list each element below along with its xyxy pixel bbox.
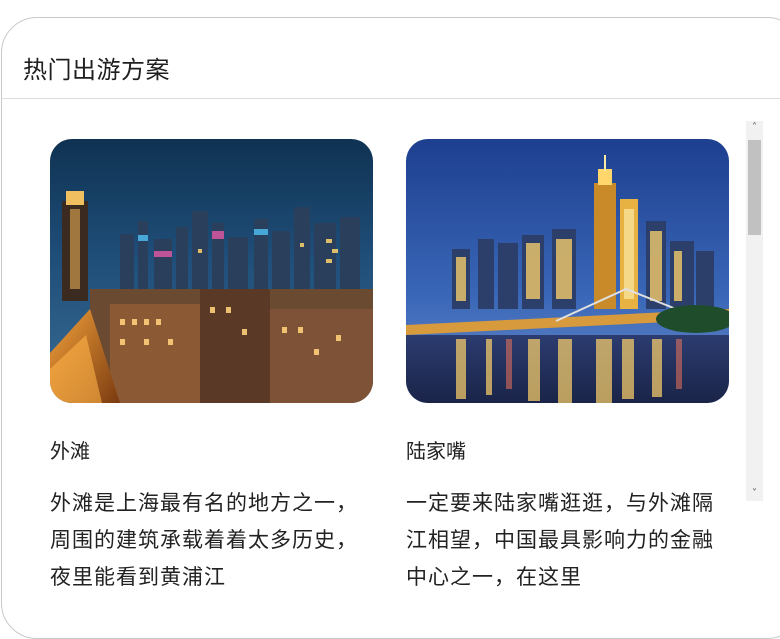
trip-plans-card: 热门出游方案 外滩 外滩是上海最有名的地方之一，周围的建筑承载着着太多历史，夜里… (1, 17, 780, 639)
vertical-scrollbar[interactable]: ˄ ˅ (746, 121, 763, 501)
spot-list: 外滩 外滩是上海最有名的地方之一，周围的建筑承载着着太多历史，夜里能看到黄浦江 (2, 99, 747, 638)
scroll-down-arrow-icon[interactable]: ˅ (746, 487, 763, 501)
bund-night-photo (50, 139, 373, 403)
card-header: 热门出游方案 (2, 18, 780, 99)
spot-description: 外滩是上海最有名的地方之一，周围的建筑承载着着太多历史，夜里能看到黄浦江 (50, 491, 358, 589)
spot-description: 一定要来陆家嘴逛逛，与外滩隔江相望，中国最具影响力的金融中心之一，在这里 (406, 491, 714, 589)
card-title: 热门出游方案 (23, 56, 170, 84)
scroll-thumb[interactable] (748, 140, 761, 235)
lujiazui-night-photo (406, 139, 729, 403)
spot-name: 外滩 (50, 439, 90, 463)
spot-name: 陆家嘴 (406, 439, 466, 463)
spot-card-lujiazui[interactable]: 陆家嘴 一定要来陆家嘴逛逛，与外滩隔江相望，中国最具影响力的金融中心之一，在这里 (406, 139, 731, 596)
scroll-up-arrow-icon[interactable]: ˄ (746, 121, 763, 135)
spot-card-bund[interactable]: 外滩 外滩是上海最有名的地方之一，周围的建筑承载着着太多历史，夜里能看到黄浦江 (50, 139, 375, 596)
